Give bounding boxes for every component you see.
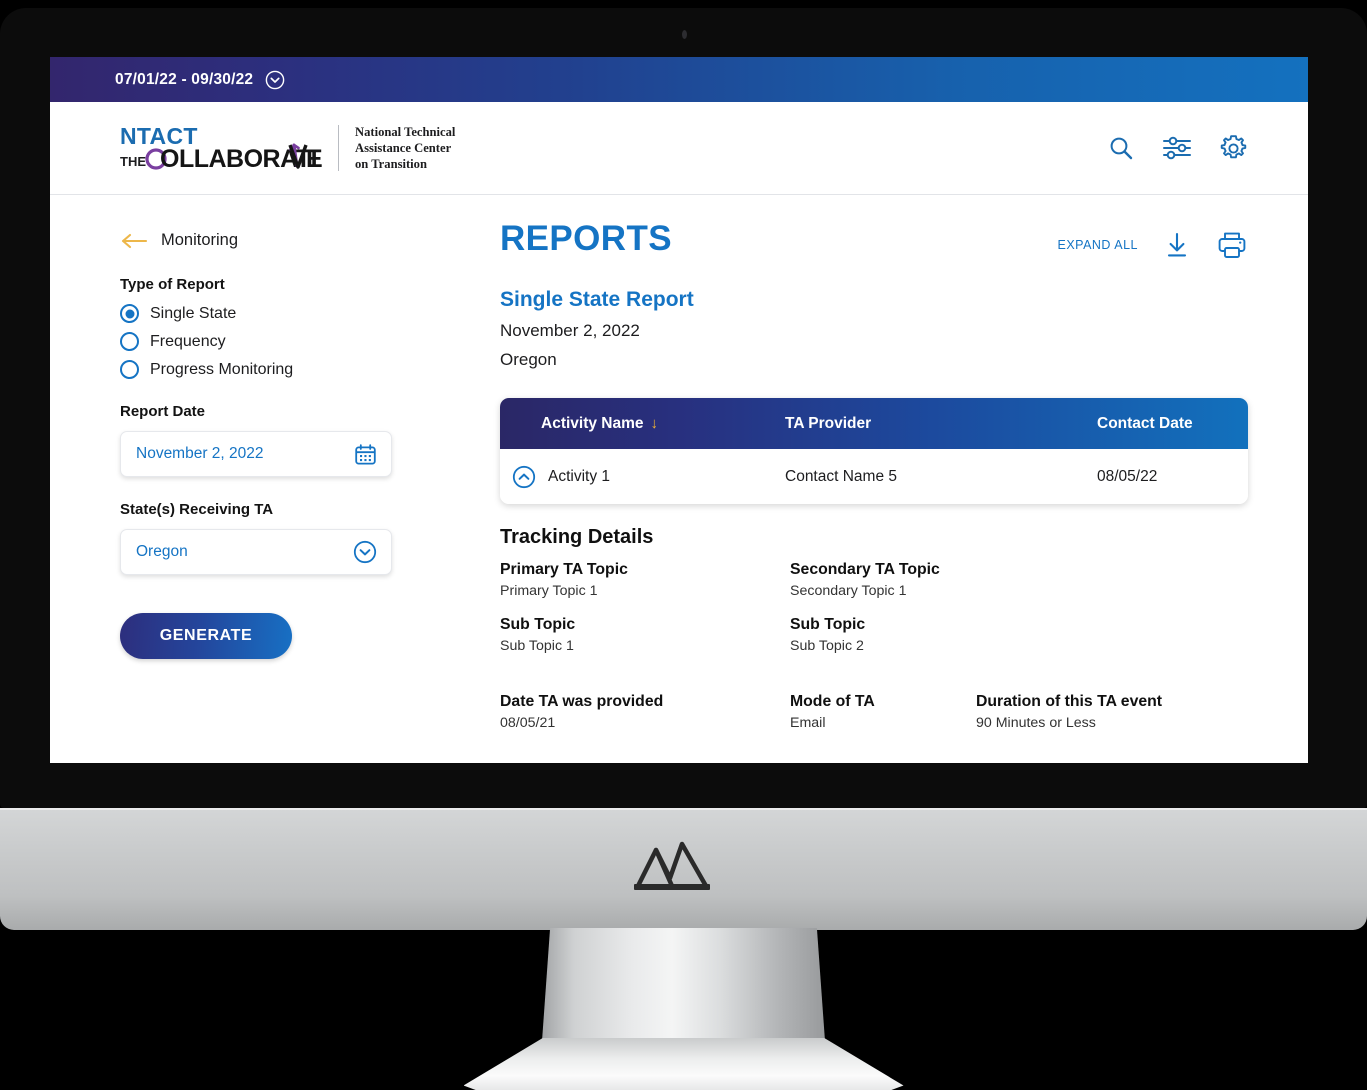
report-date-value: November 2, 2022: [136, 445, 264, 462]
tagline-line-3: on Transition: [355, 157, 427, 172]
svg-text:THE: THE: [120, 154, 146, 169]
detail-secondary-ta-topic: Secondary TA Topic Secondary Topic 1: [790, 561, 1248, 599]
report-actions: EXPAND ALL: [1057, 221, 1248, 260]
cell-ta-provider: Contact Name 5: [785, 467, 897, 485]
calendar-icon[interactable]: [354, 443, 377, 466]
report-state-text: Oregon: [500, 350, 557, 369]
radio-indicator: [120, 360, 139, 379]
radio-indicator-selected: [120, 304, 139, 323]
ntact-logo[interactable]: NTACT THE OLLABORATI E National Technica…: [118, 123, 455, 173]
detail-key: Primary TA Topic: [500, 561, 628, 578]
type-of-report-label: Type of Report: [120, 276, 225, 293]
detail-value: Email: [790, 715, 826, 731]
radio-indicator: [120, 332, 139, 351]
detail-row-spacer: [500, 671, 1248, 693]
radio-progress-monitoring[interactable]: Progress Monitoring: [120, 360, 293, 379]
detail-mode-of-ta: Mode of TA Email: [790, 693, 976, 731]
filter-sliders-icon[interactable]: [1162, 134, 1192, 162]
column-header-ta-provider[interactable]: TA Provider: [785, 415, 1075, 433]
detail-key: Sub Topic: [790, 616, 866, 633]
detail-value: Primary Topic 1: [500, 583, 598, 599]
report-type-heading: Single State Report: [500, 288, 694, 311]
radio-single-state[interactable]: Single State: [120, 304, 236, 323]
states-receiving-ta-select[interactable]: Oregon: [120, 529, 392, 575]
date-range-label: 07/01/22 - 09/30/22: [115, 70, 254, 88]
generate-button[interactable]: GENERATE: [120, 613, 292, 659]
report-date-text: November 2, 2022: [500, 321, 640, 340]
detail-key: Sub Topic: [500, 616, 576, 633]
radio-label-single-state: Single State: [150, 304, 237, 322]
cell-activity-name: Activity 1: [500, 465, 785, 489]
chevron-up-circle-icon[interactable]: [512, 465, 536, 489]
detail-sub-topic-primary: Sub Topic Sub Topic 1: [500, 616, 790, 654]
detail-key: Secondary TA Topic: [790, 561, 940, 578]
detail-value: Sub Topic 2: [790, 638, 864, 654]
tagline-line-2: Assistance Center: [355, 140, 452, 155]
webcam-dot: [682, 30, 687, 39]
logo-divider: [338, 125, 339, 171]
page-body: Monitoring Type of Report Single State F…: [50, 195, 1308, 763]
radio-label-frequency: Frequency: [150, 332, 226, 350]
detail-key: Duration of this TA event: [976, 693, 1163, 710]
tagline-line-1: National Technical: [355, 124, 456, 139]
tracking-details-grid: Primary TA Topic Primary Topic 1 Seconda…: [500, 561, 1248, 748]
mountain-m-logo: [633, 841, 710, 890]
report-filters-sidebar: Monitoring Type of Report Single State F…: [50, 195, 440, 763]
screenshot-stage: 07/01/22 - 09/30/22 NTACT THE OLLABORATI: [0, 0, 1367, 1090]
report-date-group: Report Date November 2, 2022: [120, 403, 440, 477]
detail-value: 08/05/21: [500, 715, 556, 731]
back-link-label: Monitoring: [161, 231, 239, 249]
svg-text:E: E: [306, 145, 323, 173]
gear-icon[interactable]: [1219, 134, 1248, 163]
print-icon[interactable]: [1216, 230, 1248, 260]
arrow-left-icon: [121, 233, 148, 248]
reports-header-row: REPORTS EXPAND ALL: [500, 221, 1248, 260]
back-to-monitoring-link[interactable]: Monitoring: [120, 231, 238, 250]
page-title: REPORTS: [500, 219, 672, 258]
table-row[interactable]: Activity 1 Contact Name 5 08/05/22: [500, 449, 1248, 504]
ntact-collaborative-logomark: NTACT THE OLLABORATI E: [120, 123, 323, 173]
column-header-activity-name[interactable]: Activity Name ↓: [500, 415, 785, 433]
detail-key: Mode of TA: [790, 693, 875, 710]
activity-name-value: Activity 1: [548, 467, 611, 485]
chevron-down-circle-icon[interactable]: [353, 540, 377, 564]
detail-sub-topic-secondary: Sub Topic Sub Topic 2: [790, 616, 1248, 654]
states-receiving-ta-label: State(s) Receiving TA: [120, 501, 274, 518]
report-date-input[interactable]: November 2, 2022: [120, 431, 392, 477]
tracking-details-heading: Tracking Details: [500, 526, 654, 548]
detail-value: 90 Minutes or Less: [976, 715, 1096, 731]
arrow-down-icon: ↓: [650, 415, 659, 432]
header-icon-group: [1107, 134, 1248, 163]
detail-key: Date TA was provided: [500, 693, 664, 710]
brand-header: NTACT THE OLLABORATI E National Technica…: [50, 102, 1308, 195]
cell-contact-date: 08/05/22: [1097, 467, 1158, 485]
activities-table: Activity Name ↓ TA Provider Contact Date: [500, 398, 1248, 504]
states-receiving-ta-group: State(s) Receiving TA Oregon: [120, 501, 440, 575]
download-icon[interactable]: [1162, 230, 1192, 260]
chevron-down-circle-icon[interactable]: [265, 70, 285, 90]
column-header-activity-name-label: Activity Name: [541, 414, 644, 432]
date-range-bar[interactable]: 07/01/22 - 09/30/22: [50, 57, 1308, 102]
detail-value: Sub Topic 1: [500, 638, 574, 654]
radio-frequency[interactable]: Frequency: [120, 332, 226, 351]
detail-value: Secondary Topic 1: [790, 583, 907, 599]
table-header-row: Activity Name ↓ TA Provider Contact Date: [500, 398, 1248, 449]
report-date-label: Report Date: [120, 403, 206, 420]
column-header-contact-date[interactable]: Contact Date: [1075, 415, 1248, 433]
detail-primary-ta-topic: Primary TA Topic Primary Topic 1: [500, 561, 790, 599]
logo-tagline: National Technical Assistance Center on …: [355, 124, 455, 172]
search-icon[interactable]: [1107, 134, 1135, 162]
states-receiving-ta-value: Oregon: [136, 543, 188, 560]
reports-main-panel: REPORTS EXPAND ALL Single State Report N…: [440, 195, 1308, 763]
detail-duration-of-ta-event: Duration of this TA event 90 Minutes or …: [976, 693, 1248, 731]
radio-label-progress-monitoring: Progress Monitoring: [150, 360, 294, 378]
detail-date-ta-provided: Date TA was provided 08/05/21: [500, 693, 790, 731]
screen-content: 07/01/22 - 09/30/22 NTACT THE OLLABORATI: [50, 57, 1308, 763]
expand-all-button[interactable]: EXPAND ALL: [1057, 238, 1138, 252]
